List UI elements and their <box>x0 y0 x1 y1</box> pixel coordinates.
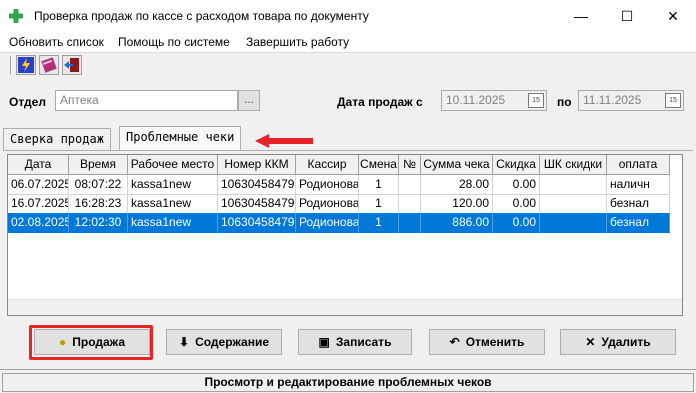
table-cell: kassa1new <box>128 194 218 214</box>
table-cell: kassa1new <box>128 213 218 233</box>
table-cell: 06.07.2025 <box>8 175 69 195</box>
delete-button[interactable]: ✕ Удалить <box>560 329 676 355</box>
column-header[interactable]: Номер ККМ <box>218 155 296 175</box>
column-header[interactable]: Сумма чека <box>421 155 493 175</box>
column-header[interactable]: Смена <box>359 155 399 175</box>
table-cell <box>540 175 607 195</box>
dept-field[interactable]: Аптека <box>55 90 238 111</box>
table-cell: 10630458479 <box>218 194 296 214</box>
cancel-button[interactable]: ↶ Отменить <box>429 329 545 355</box>
table-cell: 0.00 <box>493 213 540 233</box>
app-cross-icon <box>8 8 24 24</box>
lightning-icon[interactable] <box>16 55 36 75</box>
table-cell: 16.07.2025 <box>8 194 69 214</box>
dept-label: Отдел <box>9 95 46 109</box>
column-header[interactable]: ШК скидки <box>540 155 607 175</box>
table-cell: 120.00 <box>421 194 493 214</box>
date-to-label: по <box>557 95 572 109</box>
toolbar-separator <box>10 56 12 74</box>
column-header[interactable]: № <box>399 155 421 175</box>
close-x-icon: ✕ <box>585 335 596 349</box>
contents-button-label: Содержание <box>195 335 269 349</box>
table-cell: 0.00 <box>493 175 540 195</box>
table-cell: 16:28:23 <box>69 194 128 214</box>
column-header[interactable]: Дата <box>8 155 69 175</box>
table-cell <box>399 194 421 214</box>
window-title: Проверка продаж по кассе с расходом това… <box>34 9 369 23</box>
column-header[interactable]: Скидка <box>493 155 540 175</box>
save-button[interactable]: ▣ Записать <box>298 329 412 355</box>
menu-help[interactable]: Помощь по системе <box>118 35 230 49</box>
menu-exit[interactable]: Завершить работу <box>246 35 349 49</box>
table-cell: 0.00 <box>493 194 540 214</box>
table-cell: 28.00 <box>421 175 493 195</box>
close-button[interactable]: ✕ <box>650 0 696 32</box>
minimize-button[interactable]: — <box>558 0 604 32</box>
column-header[interactable]: оплата <box>607 155 670 175</box>
table-cell: Родионова <box>296 194 359 214</box>
calendar-from-icon[interactable]: 15 <box>528 93 544 108</box>
table-cell: 08:07:22 <box>69 175 128 195</box>
checks-grid[interactable]: Дата Время Рабочее место Номер ККМ Кассир Сме… <box>7 154 683 316</box>
tab-strip-line <box>3 150 693 151</box>
book-icon[interactable] <box>39 55 59 75</box>
tab-sverka[interactable]: Сверка продаж <box>3 128 111 150</box>
delete-button-label: Удалить <box>601 335 651 349</box>
table-cell <box>540 213 607 233</box>
floppy-icon: ▣ <box>318 335 330 349</box>
save-button-label: Записать <box>335 335 392 349</box>
column-header[interactable]: Рабочее место <box>128 155 218 175</box>
date-from-label: Дата продаж с <box>337 95 423 109</box>
column-header[interactable]: Время <box>69 155 128 175</box>
table-cell: 10630458479 <box>218 175 296 195</box>
annotation-arrow-icon <box>255 134 313 148</box>
table-cell: наличн <box>607 175 670 195</box>
menu-refresh-list[interactable]: Обновить список <box>9 35 104 49</box>
table-cell <box>399 213 421 233</box>
table-cell <box>399 175 421 195</box>
table-cell: 1 <box>359 194 399 214</box>
exit-door-icon[interactable] <box>62 55 82 75</box>
maximize-button[interactable]: ☐ <box>604 0 650 32</box>
annotation-highlight-box <box>29 325 153 360</box>
table-cell: безнал <box>607 213 670 233</box>
table-cell: 1 <box>359 175 399 195</box>
horizontal-scrollbar[interactable] <box>8 299 682 315</box>
table-cell: 10630458479 <box>218 213 296 233</box>
table-cell: kassa1new <box>128 175 218 195</box>
toolbar <box>0 52 696 80</box>
column-header[interactable]: Кассир <box>296 155 359 175</box>
table-cell: 1 <box>359 213 399 233</box>
table-cell: 886.00 <box>421 213 493 233</box>
table-cell: безнал <box>607 194 670 214</box>
contents-button[interactable]: ⬇ Содержание <box>166 329 282 355</box>
table-cell: 02.08.2025 <box>8 213 69 233</box>
status-text: Просмотр и редактирование проблемных чек… <box>2 373 694 392</box>
table-cell: Родионова <box>296 213 359 233</box>
table-cell: Родионова <box>296 175 359 195</box>
calendar-to-icon[interactable]: 15 <box>665 93 681 108</box>
cancel-button-label: Отменить <box>465 335 525 349</box>
undo-icon: ↶ <box>449 335 460 349</box>
table-cell <box>540 194 607 214</box>
arrow-down-icon: ⬇ <box>179 335 190 349</box>
table-cell: 12:02:30 <box>69 213 128 233</box>
tab-problem-checks[interactable]: Проблемные чеки <box>119 126 242 150</box>
dept-browse-button[interactable]: ... <box>238 90 260 111</box>
